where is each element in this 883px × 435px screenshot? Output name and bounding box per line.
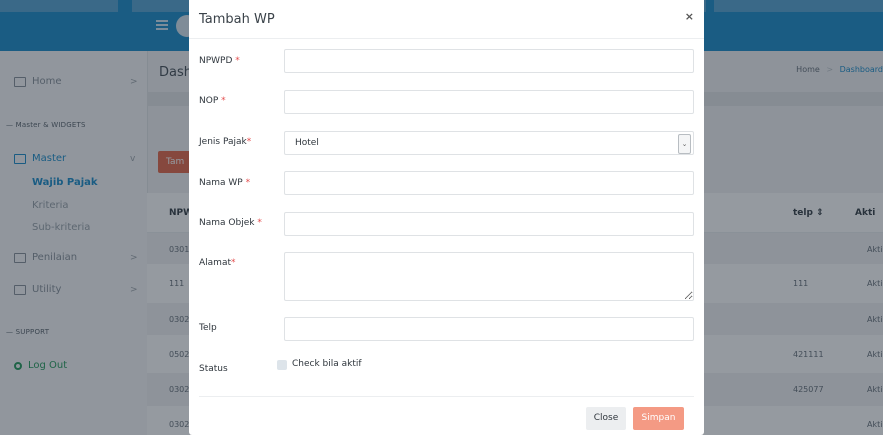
alamat-textarea[interactable]	[284, 252, 694, 301]
nop-label: NOP *	[199, 96, 226, 106]
nama-wp-label: Nama WP *	[199, 178, 251, 188]
alamat-label: Alamat*	[199, 258, 236, 268]
status-label: Status	[199, 364, 228, 374]
modal-header-divider	[189, 38, 704, 39]
status-checkbox[interactable]	[277, 360, 287, 370]
modal-title: Tambah WP	[199, 12, 275, 27]
jenis-pajak-value: Hotel	[295, 138, 319, 148]
jenis-pajak-label: Jenis Pajak*	[199, 137, 252, 147]
nop-input[interactable]	[284, 90, 694, 114]
npwpd-input[interactable]	[284, 49, 694, 73]
modal-footer-divider	[199, 396, 694, 397]
add-wp-modal: Tambah WP × NPWPD * NOP * Jenis Pajak* H…	[189, 0, 704, 435]
close-button[interactable]: Close	[586, 407, 626, 430]
close-icon[interactable]: ×	[685, 10, 694, 23]
nama-objek-label: Nama Objek *	[199, 218, 262, 228]
chevron-down-icon: ⌄	[678, 134, 691, 154]
nama-objek-input[interactable]	[284, 212, 694, 236]
npwpd-label: NPWPD *	[199, 56, 240, 66]
status-checkbox-label[interactable]: Check bila aktif	[292, 359, 362, 369]
save-button[interactable]: Simpan	[633, 407, 684, 430]
jenis-pajak-select[interactable]: Hotel ⌄	[284, 131, 694, 155]
telp-input[interactable]	[284, 317, 694, 341]
nama-wp-input[interactable]	[284, 171, 694, 195]
telp-label: Telp	[199, 323, 217, 333]
